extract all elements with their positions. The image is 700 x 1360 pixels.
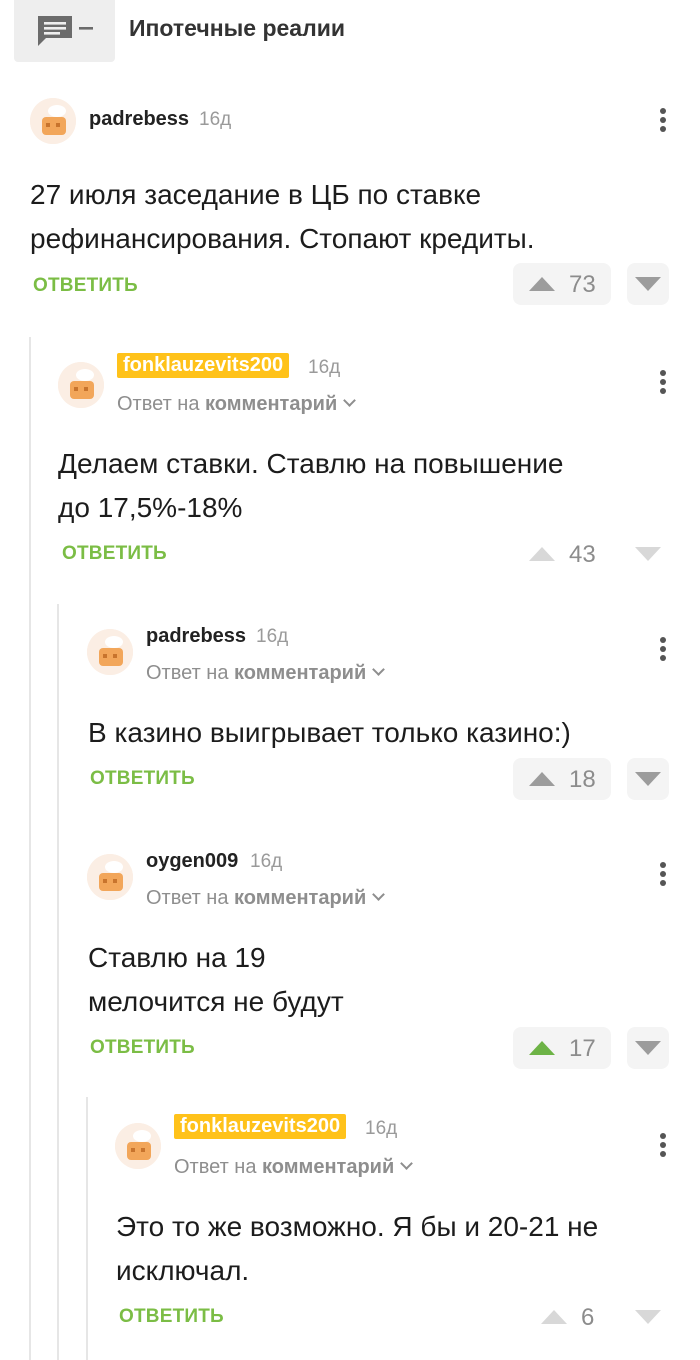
reply-button[interactable]: ОТВЕТИТЬ [62, 543, 167, 565]
avatar[interactable] [58, 362, 104, 408]
comment-text-line: исключал. [116, 1255, 250, 1286]
downvote-arrow-icon [635, 1041, 661, 1055]
reply-to-link[interactable]: Ответ на комментарий [146, 662, 386, 685]
downvote-button[interactable] [627, 758, 669, 800]
comment-text-line: мелочится не будут [88, 986, 344, 1017]
comment-author[interactable]: padrebess [146, 625, 246, 648]
upvote-arrow-icon [529, 772, 555, 786]
default-avatar-icon [30, 98, 76, 144]
comment-text-line: Ставлю на 19 [88, 942, 266, 973]
reply-prefix: Ответ на [146, 662, 229, 684]
chevron-down-icon[interactable] [400, 1157, 414, 1170]
story-toggle-button[interactable] [14, 0, 115, 62]
rating-count: 43 [569, 541, 596, 568]
upvote-button[interactable]: 43 [513, 533, 611, 575]
reply-prefix: Ответ на [146, 887, 229, 909]
more-options-icon[interactable] [658, 1133, 668, 1161]
comment-time: 16д [256, 626, 289, 647]
reply-button[interactable]: ОТВЕТИТЬ [90, 768, 195, 790]
downvote-button[interactable] [627, 533, 669, 575]
chevron-down-icon[interactable] [372, 663, 386, 676]
comment: fonklauzevits200 16д Ответ на комментари… [0, 353, 700, 575]
comment-author[interactable]: oygen009 [146, 850, 238, 873]
rating-count: 6 [581, 1304, 595, 1331]
more-options-icon[interactable] [658, 370, 668, 398]
default-avatar-icon [115, 1123, 161, 1169]
reply-prefix: Ответ на [117, 393, 200, 415]
avatar[interactable] [87, 854, 133, 900]
default-avatar-icon [87, 629, 133, 675]
upvote-button[interactable]: 18 [513, 758, 611, 800]
comment-author[interactable]: fonklauzevits200 [117, 353, 290, 378]
avatar[interactable] [87, 629, 133, 675]
story-header: Ипотечные реалии [0, 0, 700, 64]
avatar[interactable] [115, 1123, 161, 1169]
downvote-arrow-icon [635, 277, 661, 291]
comment-time: 16д [308, 357, 341, 378]
chevron-down-icon[interactable] [372, 888, 386, 901]
more-options-icon[interactable] [658, 108, 668, 136]
comment-text-line: Делаем ставки. Ставлю на повышение [58, 448, 564, 479]
reply-to-link[interactable]: Ответ на комментарий [146, 887, 386, 910]
rating-count: 73 [569, 271, 596, 298]
downvote-arrow-icon [635, 1310, 661, 1324]
comment-time: 16д [365, 1118, 398, 1139]
comment-text-line: до 17,5%-18% [58, 492, 243, 523]
reply-button[interactable]: ОТВЕТИТЬ [33, 275, 138, 297]
more-options-icon[interactable] [658, 862, 668, 890]
default-avatar-icon [58, 362, 104, 408]
rating-count: 18 [569, 766, 596, 793]
reply-to-link[interactable]: Ответ на комментарий [117, 393, 357, 416]
comment-author[interactable]: padrebess [89, 108, 189, 131]
chevron-down-icon[interactable] [343, 394, 357, 407]
reply-target[interactable]: комментарий [262, 1156, 394, 1178]
reply-button[interactable]: ОТВЕТИТЬ [90, 1037, 195, 1059]
reply-prefix: Ответ на [174, 1156, 257, 1178]
reply-button[interactable]: ОТВЕТИТЬ [119, 1306, 224, 1328]
upvote-button[interactable]: 73 [513, 263, 611, 305]
story-title[interactable]: Ипотечные реалии [129, 15, 345, 42]
downvote-button[interactable] [627, 1296, 669, 1338]
comment-time: 16д [199, 109, 232, 130]
reply-to-link[interactable]: Ответ на комментарий [174, 1156, 414, 1179]
upvote-arrow-icon [529, 277, 555, 291]
upvote-arrow-icon [541, 1310, 567, 1324]
comment-time: 16д [250, 851, 283, 872]
comment-text-line: В казино выигрывает только казино:) [88, 717, 571, 748]
downvote-arrow-icon [635, 547, 661, 561]
comment: padrebess 16д Ответ на комментарий В каз… [0, 625, 700, 809]
downvote-button[interactable] [627, 263, 669, 305]
upvote-button[interactable]: 6 [525, 1296, 611, 1338]
comment: padrebess 16д 27 июля заседание в ЦБ по … [0, 98, 700, 308]
comment-list-icon [38, 16, 93, 46]
reply-target[interactable]: комментарий [234, 662, 366, 684]
comment: oygen009 16д Ответ на комментарий Ставлю… [0, 850, 700, 1074]
default-avatar-icon [87, 854, 133, 900]
more-options-icon[interactable] [658, 637, 668, 665]
rating-count: 17 [569, 1035, 596, 1062]
comment-text-line: 27 июля заседание в ЦБ по ставке [30, 179, 482, 210]
upvote-arrow-icon [529, 1041, 555, 1055]
reply-target[interactable]: комментарий [234, 887, 366, 909]
reply-target[interactable]: комментарий [205, 393, 337, 415]
downvote-arrow-icon [635, 772, 661, 786]
comment-text-line: рефинансирования. Стопают кредиты. [30, 223, 535, 254]
comment-author[interactable]: fonklauzevits200 [174, 1114, 347, 1139]
avatar[interactable] [30, 98, 76, 144]
upvote-arrow-icon [529, 547, 555, 561]
downvote-button[interactable] [627, 1027, 669, 1069]
comment-text-line: Это то же возможно. Я бы и 20-21 не [116, 1211, 599, 1242]
upvote-button[interactable]: 17 [513, 1027, 611, 1069]
comment: fonklauzevits200 16д Ответ на комментари… [0, 1114, 700, 1360]
